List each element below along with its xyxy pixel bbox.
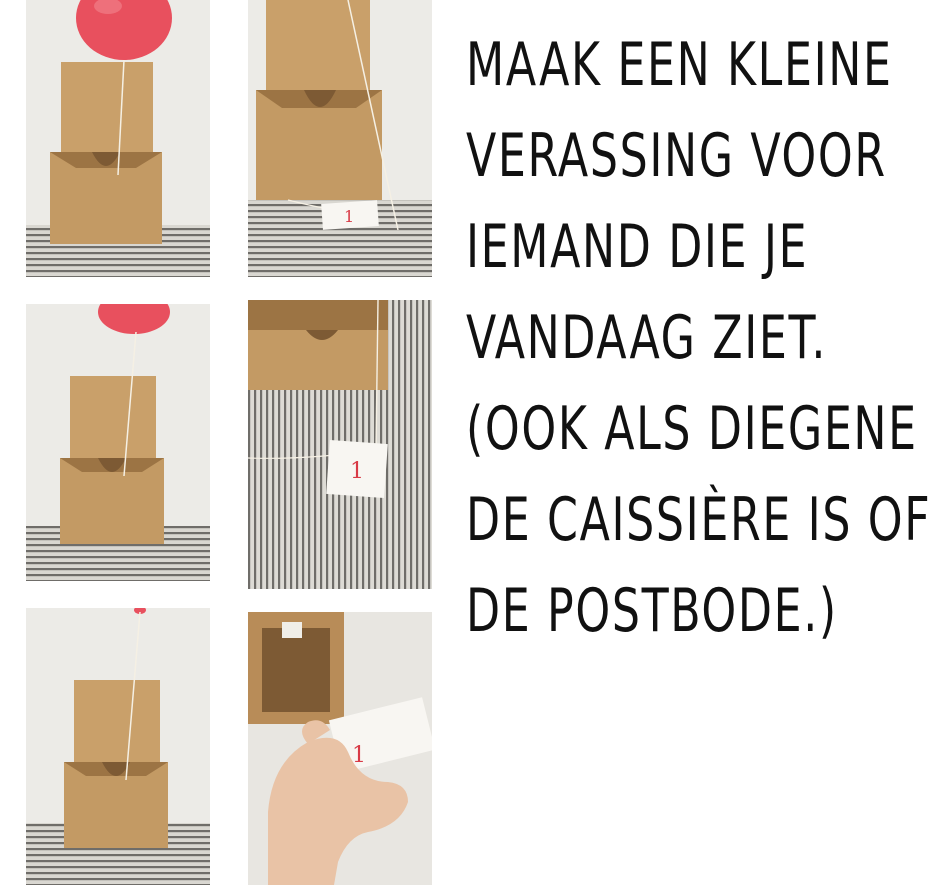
caption-line: VANDAAG ZIET. [466,303,828,373]
photo-box-with-balloon-2 [26,304,210,581]
caption-line: VERASSING VOOR [466,121,887,191]
photo-hand-holding-tag: 1 [248,612,432,885]
caption-line: (OOK ALS DIEGENE [466,394,918,464]
photo-box-with-balloon-3 [26,608,210,885]
photo-box-with-tag-1: 1 [248,0,432,277]
tag-number-label: 1 [344,207,354,226]
photo-box-with-balloon-1 [26,0,210,277]
caption-line: IEMAND DIE JE [466,212,809,282]
caption-line: DE CAISSIÈRE IS OF [466,485,932,555]
caption-line: DE POSTBODE.) [466,576,838,646]
caption-line: MAAK EEN KLEINE [466,30,893,100]
tag-number-label-2: 1 [350,459,364,484]
caption-text: MAAK EEN KLEINE VERASSING VOOR IEMAND DI… [466,20,936,657]
photo-box-with-tag-2: 1 [248,300,432,589]
